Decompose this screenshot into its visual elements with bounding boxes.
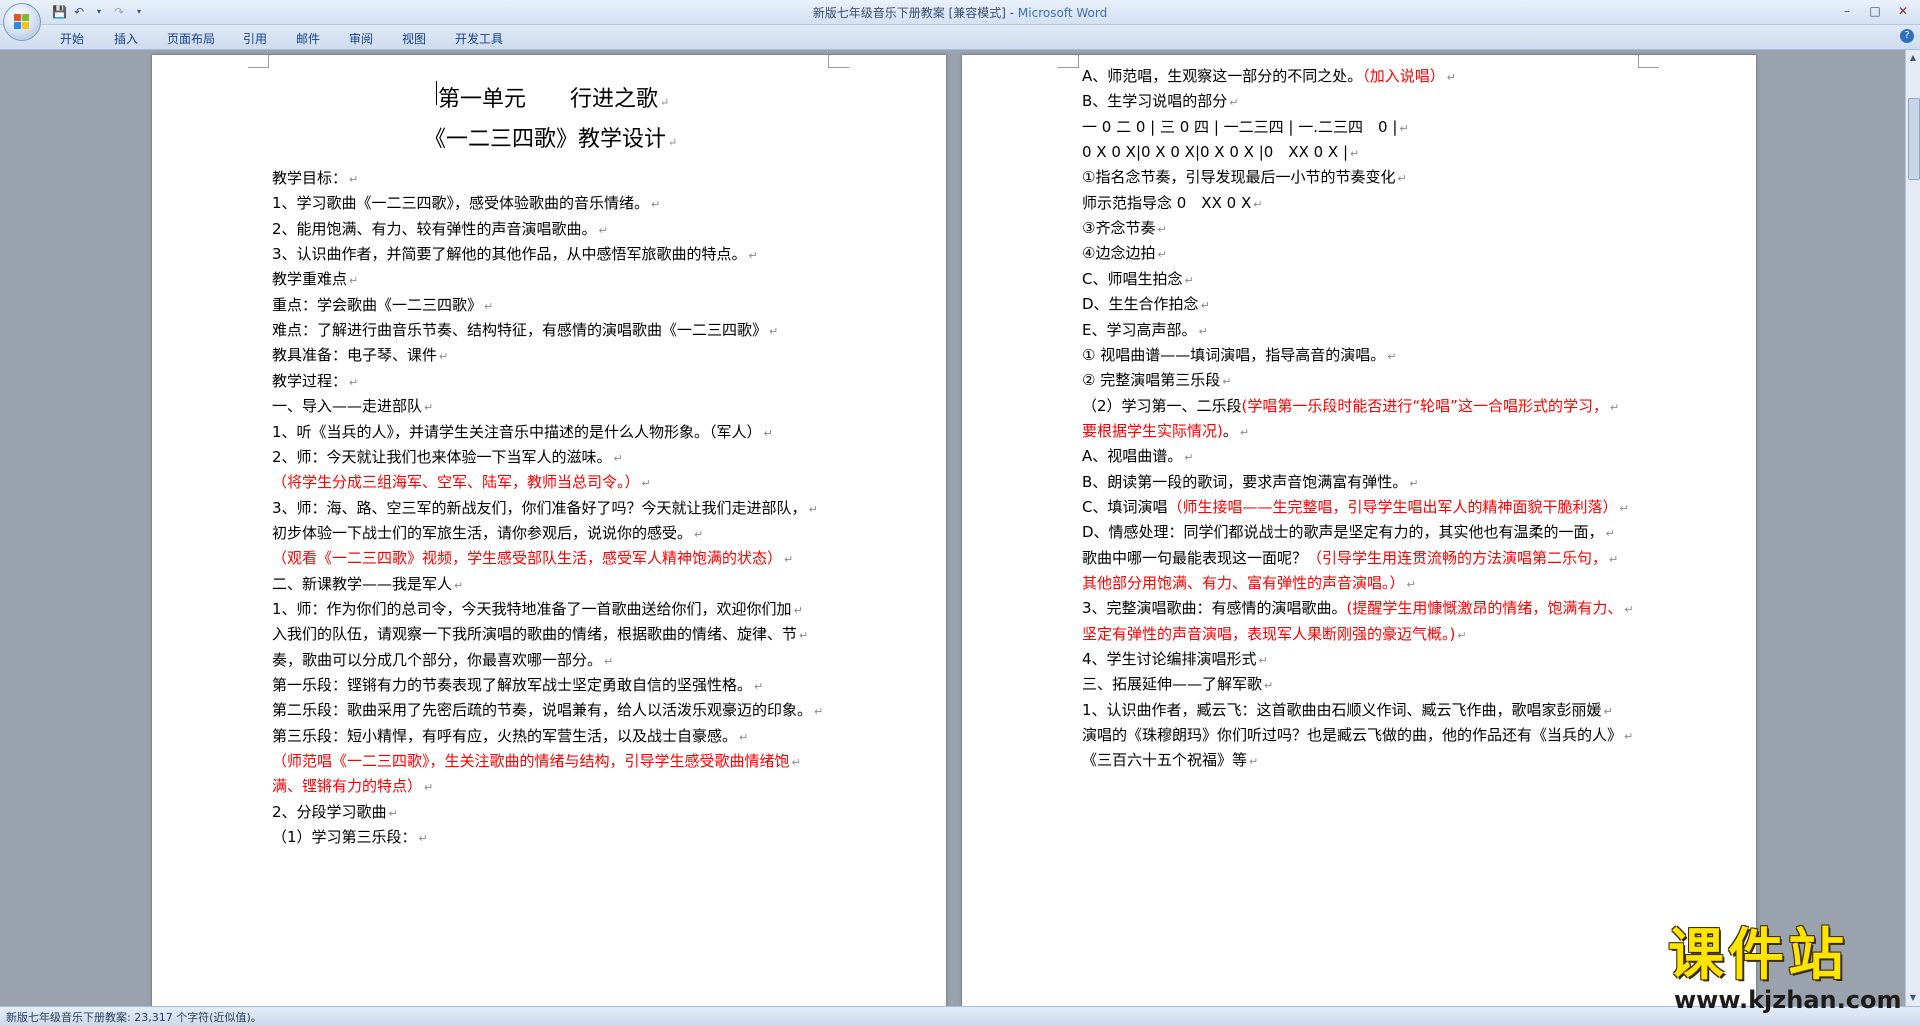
paragraph-line: 奏，歌曲可以分成几个部分，你最喜欢哪一部分。 ↵ [272,650,614,669]
paragraph-line: 难点：了解进行曲音乐节奏、结构特征，有感情的演唱歌曲《一二三四歌》 ↵ [272,321,779,340]
paragraph-line: 1、听《当兵的人》，并请学生关注音乐中描述的是什么人物形象。（军人） ↵ [272,422,773,441]
paragraph-line: 《三百六十五个祝福》等 ↵ [1082,751,1259,770]
app-name: Microsoft Word [1017,6,1108,20]
document-page-1[interactable]: 第一单元 行进之歌 ↵ 《一二三四歌》教学设计 ↵ 教学目标： ↵ 1、学习歌曲《一二三… [152,55,946,1015]
window-controls: – □ ✕ [1834,2,1916,20]
ribbon-tabs: 开始 插入 页面布局 引用 邮件 审阅 视图 开发工具 ? [0,25,1920,50]
paragraph-line: 1、认识曲作者，臧云飞：这首歌曲由石顺义作词、臧云飞作曲，歌唱家彭丽媛 ↵ [1082,700,1613,719]
paragraph-line: 教学目标： ↵ [272,169,359,187]
paragraph-line: 第三乐段：短小精悍，有呼有应，火热的军营生活，以及战士自豪感。 ↵ [272,726,749,745]
watermark-url: www.kjzhan.com [1674,986,1902,1014]
paragraph-line: 歌曲中哪一句最能表现这一面呢？（引导学生用连贯流畅的方法演唱第二乐句， ↵ [1082,548,1619,567]
tab-mailings[interactable]: 邮件 [296,30,320,47]
paragraph-line: D、生生合作拍念 ↵ [1082,295,1210,314]
tab-view[interactable]: 视图 [402,30,426,47]
tab-references[interactable]: 引用 [243,30,267,47]
scroll-down-icon[interactable]: ▼ [1907,992,1919,1004]
maximize-icon[interactable]: □ [1862,2,1888,20]
paragraph-line: （1）学习第三乐段： ↵ [272,828,428,847]
paragraph-line: 教学过程： ↵ [272,371,359,390]
close-icon[interactable]: ✕ [1890,2,1916,20]
paragraph-line: 坚定有弹性的声音演唱，表现军人果断刚强的豪迈气概。) ↵ [1082,624,1467,643]
paragraph-line: 三、拓展延伸——了解军歌 ↵ [1082,675,1274,694]
paragraph-line: 教具准备：电子琴、课件 ↵ [272,346,449,365]
minimize-icon[interactable]: – [1834,2,1860,20]
paragraph-line: E、学习高声部。 ↵ [1082,320,1208,339]
paragraph-line: 一、导入——走进部队 ↵ [272,397,434,416]
paragraph-line: 2、能用饱满、有力、较有弹性的声音演唱歌曲。 ↵ [272,219,608,238]
paragraph-line: （师范唱《一二三四歌》，生关注歌曲的情绪与结构，引导学生感受歌曲情绪饱 ↵ [272,752,801,771]
scrollbar-thumb[interactable] [1908,98,1920,180]
paragraph-line: 入我们的队伍，请观察一下我所演唱的歌曲的情绪，根据歌曲的情绪、旋律、节 ↵ [272,625,809,644]
paragraph-line: ①指名念节奏，引导发现最后一小节的节奏变化 ↵ [1082,168,1407,187]
paragraph-line: B、朗读第一段的歌词，要求声音饱满富有弹性。 ↵ [1082,472,1419,491]
title-bar: 💾 ↶ ▾ ↷ ▾ 新版七年级音乐下册教案 [兼容模式] - Microsoft… [0,0,1920,25]
paragraph-line: （观看《一二三四歌》视频，学生感受部队生活，感受军人精神饱满的状态） ↵ [272,549,794,568]
site-watermark: 课件站 www.kjzhan.com [1668,923,1902,1021]
tab-page-layout[interactable]: 页面布局 [167,30,215,47]
paragraph-line: 第二乐段：歌曲采用了先密后疏的节奏，说唱兼有，给人以活泼乐观豪迈的印象。 ↵ [272,701,824,720]
paragraph-line: 二、新课教学——我是军人 ↵ [272,574,464,593]
paragraph-line: 其他部分用饱满、有力、富有弹性的声音演唱。） ↵ [1082,574,1416,592]
margin-mark [1638,55,1659,68]
status-bar: 新版七年级音乐下册教案: 23,317 个字符(近似值)。 [0,1006,1920,1026]
paragraph-line: ② 完整演唱第三乐段 ↵ [1082,371,1232,390]
paragraph-line: C、师唱生拍念 ↵ [1082,269,1194,288]
help-icon[interactable]: ? [1900,29,1914,43]
office-logo-icon [14,14,30,30]
margin-mark [1058,55,1079,68]
unit-title: 第一单元 行进之歌 ↵ [438,87,670,112]
paragraph-line: ① 视唱曲谱——填词演唱，指导高音的演唱。 ↵ [1082,345,1397,364]
paragraph-line: 第一乐段：铿锵有力的节奏表现了解放军战士坚定勇敢自信的坚强性格。 ↵ [272,676,764,694]
paragraph-line: 要根据学生实际情况)。 ↵ [1082,421,1250,440]
document-page-2[interactable]: A、师范唱，生观察这一部分的不同之处。（加入说唱） ↵ B、生学习说唱的部分 ↵ 一 0… [962,55,1756,1015]
text-cursor [436,81,437,105]
paragraph-line: C、填词演唱（师生接唱——生完整唱，引导学生唱出军人的精神面貌干脆利落） ↵ [1082,497,1629,516]
vertical-scrollbar[interactable]: ▲ ▼ [1905,50,1920,1006]
paragraph-line: ④边念边拍 ↵ [1082,244,1167,263]
paragraph-line: 重点：学会歌曲《一二三四歌》 ↵ [272,295,494,314]
paragraph-line: 3、认识曲作者，并简要了解他的其他作品，从中感悟军旅歌曲的特点。 ↵ [272,245,758,264]
paragraph-line: 3、师：海、路、空三军的新战友们，你们准备好了吗？今天就让我们走进部队， ↵ [272,498,818,517]
paragraph-line: 一 0 二 0 | 三 0 四 | 一二三四 | 一.二三四 0 | ↵ [1082,117,1409,136]
paragraph-line: 教学重难点 ↵ [272,270,359,289]
scroll-up-icon[interactable]: ▲ [1907,52,1919,64]
paragraph-line: 2、师：今天就让我们也来体验一下当军人的滋味。 ↵ [272,447,623,466]
paragraph-line: 4、学生讨论编排演唱形式 ↵ [1082,650,1268,669]
margin-mark [248,55,269,68]
paragraph-line: ③齐念节奏 ↵ [1082,219,1167,238]
window-title: 新版七年级音乐下册教案 [兼容模式] - Microsoft Word [0,4,1920,21]
paragraph-line: 初步体验一下战士们的军旅生活，请你参观后，说说你的感受。 ↵ [272,523,704,542]
paragraph-line: D、情感处理：同学们都说战士的歌声是坚定有力的，其实他也有温柔的一面， ↵ [1082,523,1615,542]
paragraph-line: （将学生分成三组海军、空军、陆军，教师当总司令。） ↵ [272,473,651,492]
word-count-status[interactable]: 新版七年级音乐下册教案: 23,317 个字符(近似值)。 [6,1009,262,1025]
lesson-title: 《一二三四歌》教学设计 ↵ [424,127,678,152]
paragraph-line: A、视唱曲谱。 ↵ [1082,447,1194,466]
paragraph-line: 0 X 0 X|0 X 0 X|0 X 0 X |0 XX 0 X | ↵ [1082,143,1360,162]
paragraph-line: 1、师：作为你们的总司令，今天我特地准备了一首歌曲送给你们，欢迎你们加 ↵ [272,599,803,618]
watermark-logo-text: 课件站 [1668,923,1848,988]
document-title: 新版七年级音乐下册教案 [兼容模式] - [812,6,1018,20]
paragraph-line: 1、学习歌曲《一二三四歌》，感受体验歌曲的音乐情绪。 ↵ [272,194,661,213]
paragraph-line: 演唱的《珠穆朗玛》你们听过吗？也是臧云飞做的曲，他的作品还有《当兵的人》 ↵ [1082,726,1634,745]
margin-mark [828,55,849,68]
paragraph-line: 满、铿锵有力的特点） ↵ [272,777,434,796]
tab-review[interactable]: 审阅 [349,30,373,47]
paragraph-line: （2）学习第一、二乐段(学唱第一乐段时能否进行“轮唱”这一合唱形式的学习， ↵ [1082,396,1620,415]
paragraph-line: 2、分段学习歌曲 ↵ [272,802,398,821]
tab-insert[interactable]: 插入 [114,30,138,47]
paragraph-line: 3、完整演唱歌曲：有感情的演唱歌曲。(提醒学生用慷慨激昂的情绪，饱满有力、 ↵ [1082,599,1634,618]
paragraph-line: B、生学习说唱的部分 ↵ [1082,92,1239,111]
tab-home[interactable]: 开始 [60,30,84,47]
tab-developer[interactable]: 开发工具 [455,30,503,47]
paragraph-line: 师示范指导念 0 XX 0 X ↵ [1082,193,1263,212]
office-button[interactable] [3,3,41,41]
paragraph-line: A、师范唱，生观察这一部分的不同之处。（加入说唱） ↵ [1082,67,1456,85]
